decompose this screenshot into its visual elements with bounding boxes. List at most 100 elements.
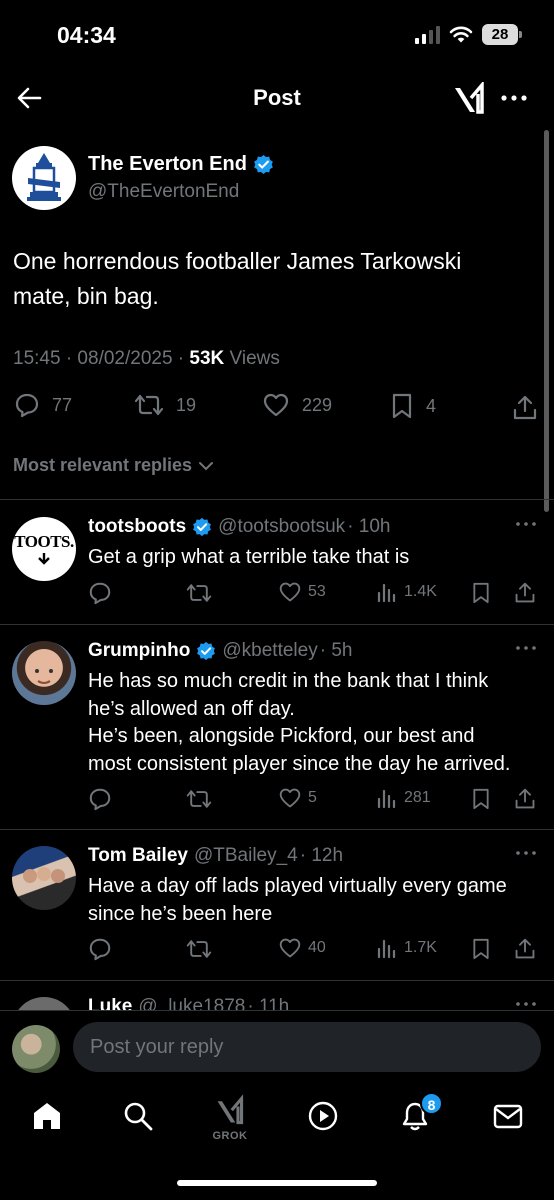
avatar[interactable] xyxy=(12,641,76,705)
chevron-down-icon xyxy=(199,461,214,470)
reply-time: · 5h xyxy=(319,640,353,661)
author-name[interactable]: The Everton End xyxy=(88,153,247,176)
reply-action[interactable]: 77 xyxy=(14,392,72,418)
avatar[interactable]: TOOTS. xyxy=(12,517,76,581)
views-chart-icon xyxy=(377,939,396,959)
share-icon[interactable] xyxy=(514,787,536,811)
author-name-row[interactable]: The Everton End xyxy=(88,153,274,176)
reply-author-name[interactable]: Grumpinho xyxy=(88,640,190,662)
heart-icon xyxy=(279,938,301,958)
reply-author-handle[interactable]: @tootsbootsuk xyxy=(218,516,345,538)
search-icon[interactable] xyxy=(122,1100,154,1132)
views-action[interactable]: 1.7K xyxy=(376,937,437,959)
like-action[interactable]: 5 xyxy=(278,787,317,809)
reply-text-line: Have a day off lads played virtually eve… xyxy=(88,875,507,897)
more-options-icon[interactable] xyxy=(514,848,538,858)
like-action[interactable]: 53 xyxy=(278,581,326,603)
verified-badge-icon xyxy=(193,517,212,537)
home-icon[interactable] xyxy=(31,1100,63,1132)
repost-count: 19 xyxy=(176,394,197,415)
bookmark-icon[interactable] xyxy=(471,581,491,605)
reply-text: He has so much credit in the bank that I… xyxy=(88,668,548,778)
more-options-icon[interactable] xyxy=(514,999,538,1009)
sort-replies-label: Most relevant replies xyxy=(13,455,193,475)
avatar[interactable] xyxy=(12,1025,60,1073)
reply-author-handle[interactable]: @kbetteley xyxy=(222,640,317,662)
reply-text-line: Get a grip what a terrible take that is xyxy=(88,546,410,568)
reply-text: Have a day off lads played virtually eve… xyxy=(88,873,548,928)
battery-indicator: 28 xyxy=(482,24,522,45)
reply-input[interactable]: Post your reply xyxy=(73,1022,541,1072)
notifications-badge: 8 xyxy=(420,1092,443,1115)
views-count: 1.4K xyxy=(404,583,437,600)
reply-bubble-icon xyxy=(15,393,39,418)
grok-icon[interactable] xyxy=(214,1094,246,1128)
share-icon[interactable] xyxy=(514,581,536,605)
views-chart-icon xyxy=(377,583,396,603)
repost-action[interactable]: 19 xyxy=(134,392,196,418)
reply-actions: 40 1.7K xyxy=(86,937,546,963)
avatar[interactable] xyxy=(12,846,76,910)
reply-text-line: He’s been, alongside Pickford, our best … xyxy=(88,725,475,747)
more-options-icon[interactable] xyxy=(514,519,538,529)
bookmark-icon[interactable] xyxy=(471,787,491,811)
views-count: 53K xyxy=(189,348,225,369)
reply-time: · 10h xyxy=(347,516,391,537)
repost-icon[interactable] xyxy=(186,787,212,811)
bookmark-action[interactable]: 4 xyxy=(390,392,436,420)
everton-tower-icon xyxy=(27,153,61,201)
views-count: 1.7K xyxy=(404,939,437,956)
avatar[interactable] xyxy=(12,146,76,210)
reply-text-line: He has so much credit in the bank that I… xyxy=(88,670,489,692)
reply-bubble-icon[interactable] xyxy=(88,787,112,811)
repost-icon[interactable] xyxy=(186,581,212,605)
views-chart-icon xyxy=(377,789,396,809)
more-options-icon[interactable] xyxy=(497,84,531,112)
reply-count: 77 xyxy=(52,394,73,415)
reply-text-line: he’s allowed an off day. xyxy=(88,697,295,720)
heart-icon xyxy=(263,393,289,417)
post-meta: 15:45 · 08/02/2025 · 53K Views xyxy=(13,348,280,370)
repost-icon xyxy=(134,394,164,416)
messages-envelope-icon[interactable] xyxy=(492,1100,524,1132)
reply-author-name[interactable]: Tom Bailey xyxy=(88,845,188,867)
repost-icon[interactable] xyxy=(186,937,212,961)
group-photo-icon xyxy=(23,867,65,883)
status-time: 04:34 xyxy=(57,22,116,48)
bottom-nav: GROK 8 xyxy=(0,1082,554,1200)
reply-composer: Post your reply xyxy=(0,1010,554,1082)
heart-icon xyxy=(279,582,301,602)
reply-author-name[interactable]: tootsboots xyxy=(88,516,186,538)
share-icon[interactable] xyxy=(512,394,538,422)
reply-bubble-icon[interactable] xyxy=(88,581,112,605)
reply-item[interactable]: Tom Bailey @TBailey_4 · 12h Have a day o… xyxy=(0,830,554,981)
home-indicator[interactable] xyxy=(177,1180,377,1186)
share-icon[interactable] xyxy=(514,937,536,961)
author-handle[interactable]: @TheEvertonEnd xyxy=(88,181,239,203)
reply-author-handle[interactable]: @TBailey_4 xyxy=(194,845,298,867)
sort-replies-dropdown[interactable]: Most relevant replies xyxy=(13,455,214,476)
reply-header: Grumpinho @kbetteley · 5h xyxy=(88,640,352,662)
views-action[interactable]: 1.4K xyxy=(376,581,437,603)
like-count: 229 xyxy=(302,394,333,415)
like-action[interactable]: 40 xyxy=(278,937,326,959)
views-action[interactable]: 281 xyxy=(376,787,431,809)
boot-icon xyxy=(38,553,50,565)
bookmark-icon xyxy=(392,393,412,419)
like-action[interactable]: 229 xyxy=(262,392,332,418)
bookmark-icon[interactable] xyxy=(471,937,491,961)
reply-text-line: most consistent player since the day he … xyxy=(88,752,511,775)
grok-icon[interactable] xyxy=(451,82,487,116)
views-count: 281 xyxy=(404,789,431,806)
reply-bubble-icon[interactable] xyxy=(88,937,112,961)
heart-icon xyxy=(279,788,301,808)
reply-item[interactable]: Grumpinho @kbetteley · 5h He has so much… xyxy=(0,625,554,830)
bookmark-count: 4 xyxy=(426,395,437,416)
cellular-signal-icon xyxy=(415,25,440,44)
post-text-line: mate, bin bag. xyxy=(13,283,159,309)
status-icons: 28 xyxy=(415,24,522,45)
video-play-icon[interactable] xyxy=(307,1100,339,1132)
reply-header: Tom Bailey @TBailey_4 · 12h xyxy=(88,845,343,867)
reply-item[interactable]: TOOTS. tootsboots @tootsbootsuk · 10h Ge… xyxy=(0,501,554,625)
more-options-icon[interactable] xyxy=(514,643,538,653)
